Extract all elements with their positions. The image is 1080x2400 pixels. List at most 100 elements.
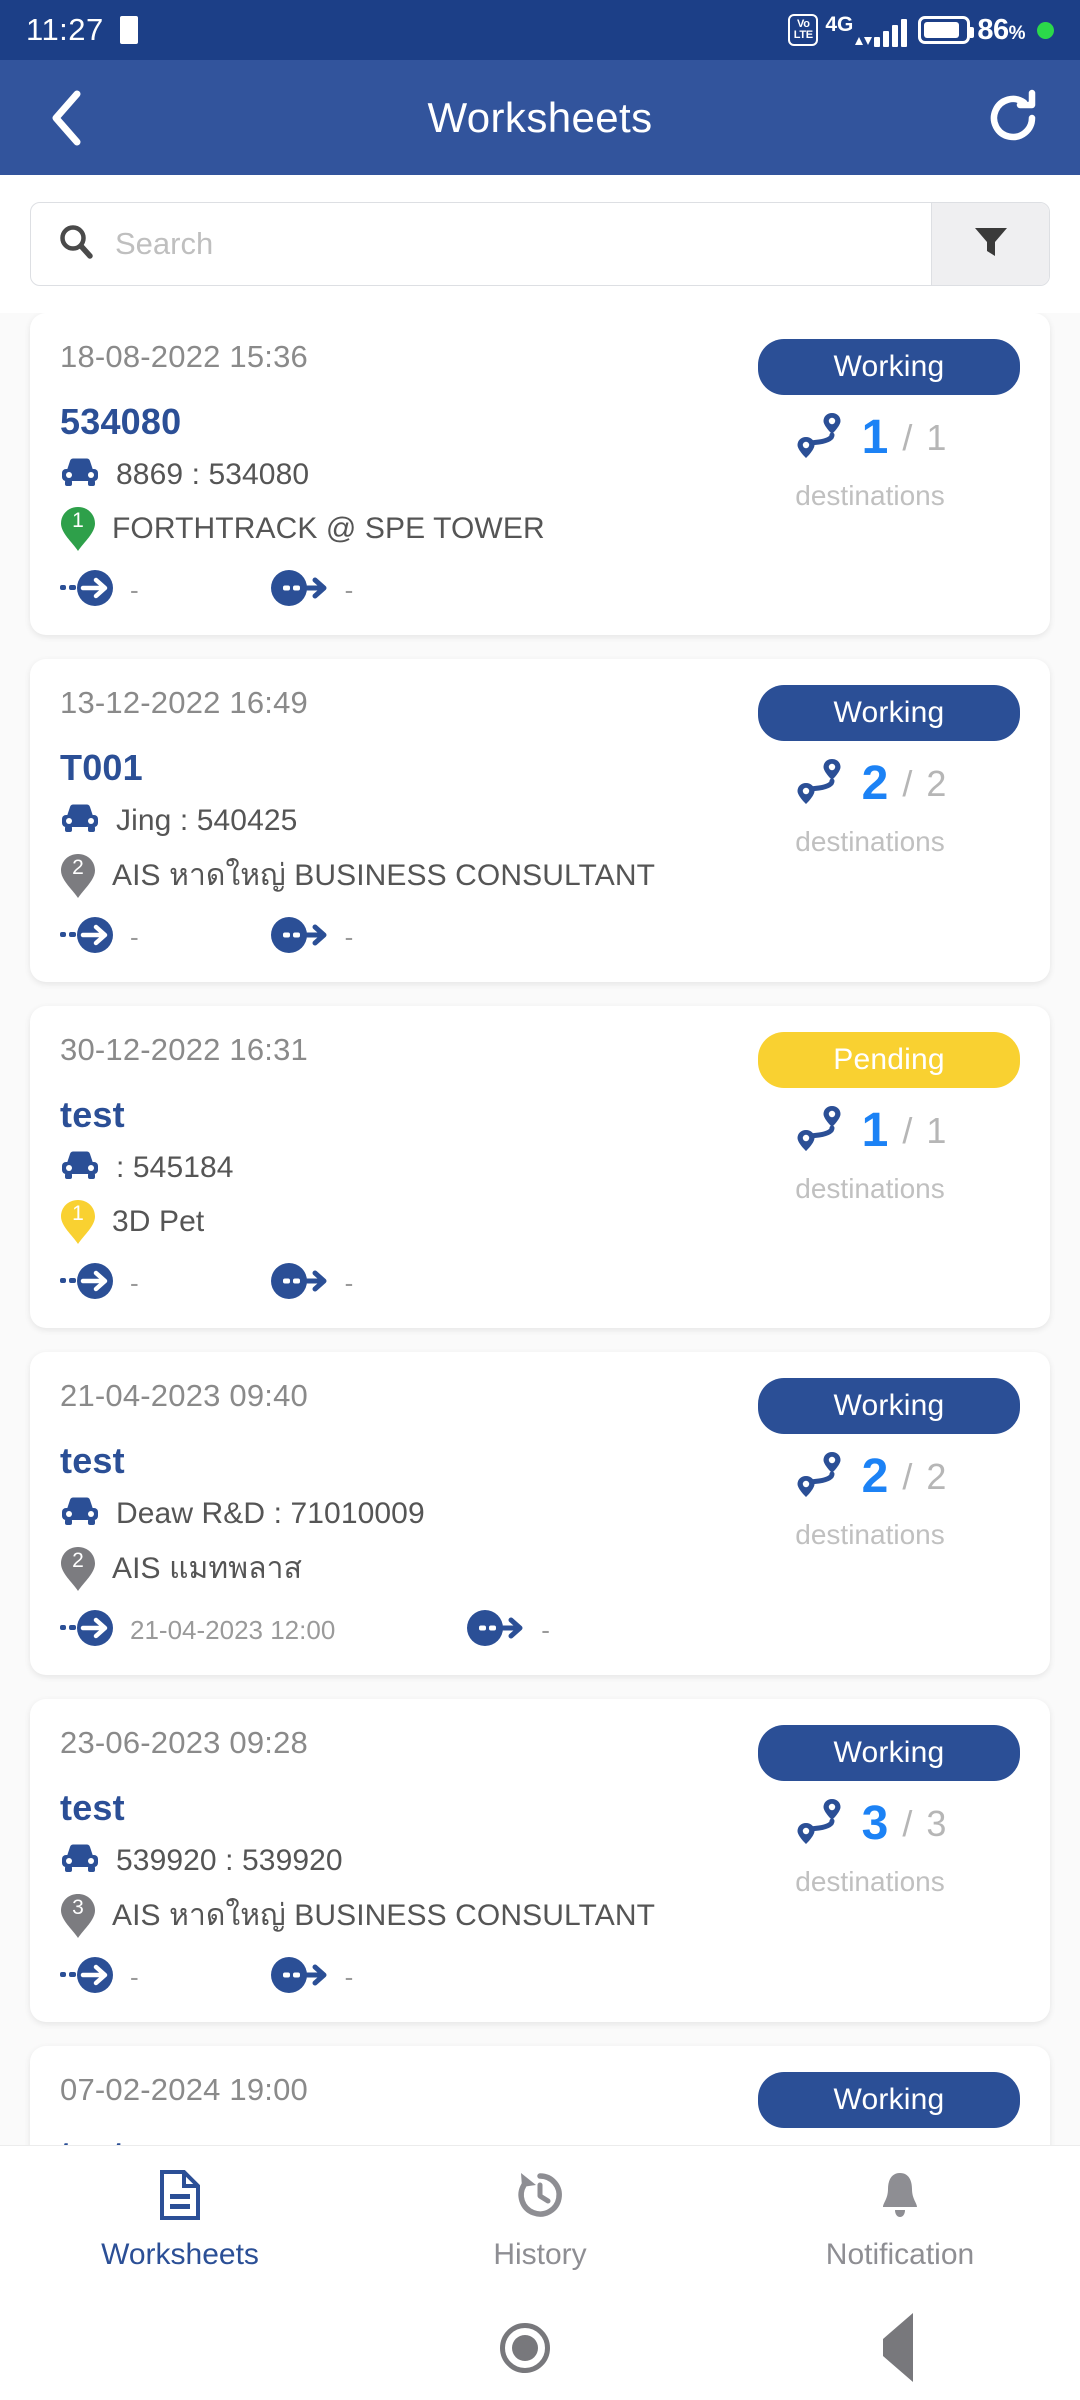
check-in-group: - xyxy=(60,1261,139,1306)
destinations-label: destinations xyxy=(795,1866,945,1897)
check-in-value: - xyxy=(130,922,139,952)
search-input[interactable] xyxy=(115,226,905,262)
worksheet-card[interactable]: 07-02-2024 19:00 Working test xyxy=(30,2046,1050,2145)
location-label: AIS หาดใหญ่ BUSINESS CONSULTANT xyxy=(112,1899,656,1932)
worksheet-name: 534080 xyxy=(60,401,182,442)
destination-summary: 2 / 2 destinations xyxy=(720,1434,1020,1653)
volte-bottom-label: LTE xyxy=(793,29,813,41)
back-triangle-icon xyxy=(883,2312,914,2382)
destination-pin-icon: 1 xyxy=(60,1199,96,1245)
tab-history[interactable]: History xyxy=(360,2146,720,2295)
check-in-value: - xyxy=(130,575,139,605)
route-icon xyxy=(794,1448,848,1505)
location-label: AIS แมทพลาส xyxy=(112,1552,302,1585)
worksheet-list[interactable]: 18-08-2022 15:36 Working 534080 8869 : 5… xyxy=(0,313,1080,2145)
card-header: 07-02-2024 19:00 Working xyxy=(60,2072,1020,2128)
destinations-total: 1 xyxy=(926,416,947,458)
worksheet-name: test xyxy=(60,1094,125,1135)
worksheet-card[interactable]: 30-12-2022 16:31 Pending test : 545184 1… xyxy=(30,1006,1050,1328)
card-header: 18-08-2022 15:36 Working xyxy=(60,339,1020,395)
worksheet-card[interactable]: 13-12-2022 16:49 Working T001 Jing : 540… xyxy=(30,659,1050,982)
status-badge: Working xyxy=(758,1378,1020,1434)
refresh-button[interactable] xyxy=(982,86,1046,150)
location-row: 1 FORTHTRACK @ SPE TOWER xyxy=(60,506,720,552)
destinations-completed: 1 xyxy=(861,1103,889,1157)
check-out-icon xyxy=(269,915,331,960)
check-out-group: - xyxy=(465,1608,550,1653)
destinations-total: 3 xyxy=(926,1802,947,1844)
card-body: test Deaw R&D : 71010009 2 AIS แมทพลาส 2… xyxy=(60,1434,1020,1653)
check-in-group: - xyxy=(60,1955,139,2000)
worksheet-card[interactable]: 23-06-2023 09:28 Working test 539920 : 5… xyxy=(30,1699,1050,2022)
vehicle-label: 539920 : 539920 xyxy=(116,1843,343,1877)
check-in-group: - xyxy=(60,568,139,613)
check-out-value: - xyxy=(344,1962,354,1992)
search-field-wrapper[interactable] xyxy=(31,203,931,285)
destinations-label: destinations xyxy=(795,1173,945,1204)
check-in-icon xyxy=(60,915,116,960)
check-out-icon xyxy=(269,568,331,613)
network-type-label: 4G xyxy=(825,12,854,36)
vehicle-icon xyxy=(60,1496,100,1531)
home-button[interactable] xyxy=(499,2322,550,2373)
status-indicator-dot xyxy=(1037,21,1054,39)
battery-icon xyxy=(918,16,975,44)
worksheet-date: 23-06-2023 09:28 xyxy=(60,1725,308,1760)
filter-button[interactable] xyxy=(931,203,1049,285)
location-label: 3D Pet xyxy=(112,1205,205,1238)
search-area xyxy=(0,175,1080,313)
destinations-separator: / xyxy=(902,1455,913,1497)
back-nav-button[interactable] xyxy=(883,2312,914,2382)
worksheet-name: test xyxy=(60,1787,125,1828)
status-badge: Pending xyxy=(758,1032,1020,1088)
check-in-value: - xyxy=(130,1268,139,1298)
destination-count-row: 1 / 1 xyxy=(794,1102,946,1159)
worksheet-date: 13-12-2022 16:49 xyxy=(60,685,308,720)
location-row: 2 AIS แมทพลาส xyxy=(60,1545,720,1592)
status-bar: 11:27 Vo LTE 4G 86% xyxy=(0,0,1080,60)
destination-count-row: 2 / 2 xyxy=(794,755,946,812)
tab-worksheets[interactable]: Worksheets xyxy=(0,2146,360,2295)
check-in-group: - xyxy=(60,915,139,960)
worksheet-date: 30-12-2022 16:31 xyxy=(60,1032,308,1067)
destinations-total: 2 xyxy=(926,1455,947,1497)
check-in-icon xyxy=(60,1261,116,1306)
status-badge: Working xyxy=(758,685,1020,741)
destination-pin-number: 2 xyxy=(72,855,84,879)
worksheet-date: 07-02-2024 19:00 xyxy=(60,2072,308,2107)
tab-notification[interactable]: Notification xyxy=(720,2146,1080,2295)
route-icon xyxy=(794,409,848,466)
destination-summary: 2 / 2 destinations xyxy=(720,741,1020,960)
signal-bars-icon xyxy=(874,18,908,47)
status-bar-clock: 11:27 xyxy=(26,12,104,47)
card-body: 534080 8869 : 534080 1 FORTHTRACK @ SPE … xyxy=(60,395,1020,613)
status-badge: Working xyxy=(758,339,1020,395)
check-out-value: - xyxy=(344,1268,354,1298)
destinations-completed: 1 xyxy=(861,410,889,464)
card-header: 13-12-2022 16:49 Working xyxy=(60,685,1020,741)
destination-pin-icon: 1 xyxy=(60,506,96,552)
history-icon xyxy=(515,2169,565,2226)
route-icon xyxy=(794,755,848,812)
home-icon xyxy=(499,2322,550,2373)
back-button[interactable] xyxy=(34,86,98,150)
destination-pin-number: 3 xyxy=(72,1895,84,1919)
screen-recording-icon xyxy=(119,16,138,44)
vehicle-row: Jing : 540425 xyxy=(60,803,720,838)
destination-summary: 1 / 1 destinations xyxy=(720,1088,1020,1306)
worksheet-name: T001 xyxy=(60,747,143,788)
worksheet-card[interactable]: 21-04-2023 09:40 Working test Deaw R&D :… xyxy=(30,1352,1050,1675)
vehicle-row: 539920 : 539920 xyxy=(60,1843,720,1878)
android-navigation-bar xyxy=(0,2295,1080,2400)
destinations-completed: 2 xyxy=(861,756,889,810)
destination-pin-icon: 3 xyxy=(60,1893,96,1939)
tab-history-label: History xyxy=(493,2238,587,2271)
check-out-group: - xyxy=(269,915,353,960)
vehicle-icon xyxy=(60,1150,100,1185)
destinations-separator: / xyxy=(902,1109,913,1151)
destinations-completed: 2 xyxy=(861,1449,889,1503)
bottom-tab-bar: Worksheets History Notification xyxy=(0,2145,1080,2295)
worksheet-date: 21-04-2023 09:40 xyxy=(60,1378,308,1413)
worksheet-card[interactable]: 18-08-2022 15:36 Working 534080 8869 : 5… xyxy=(30,313,1050,635)
vehicle-icon xyxy=(60,457,100,492)
